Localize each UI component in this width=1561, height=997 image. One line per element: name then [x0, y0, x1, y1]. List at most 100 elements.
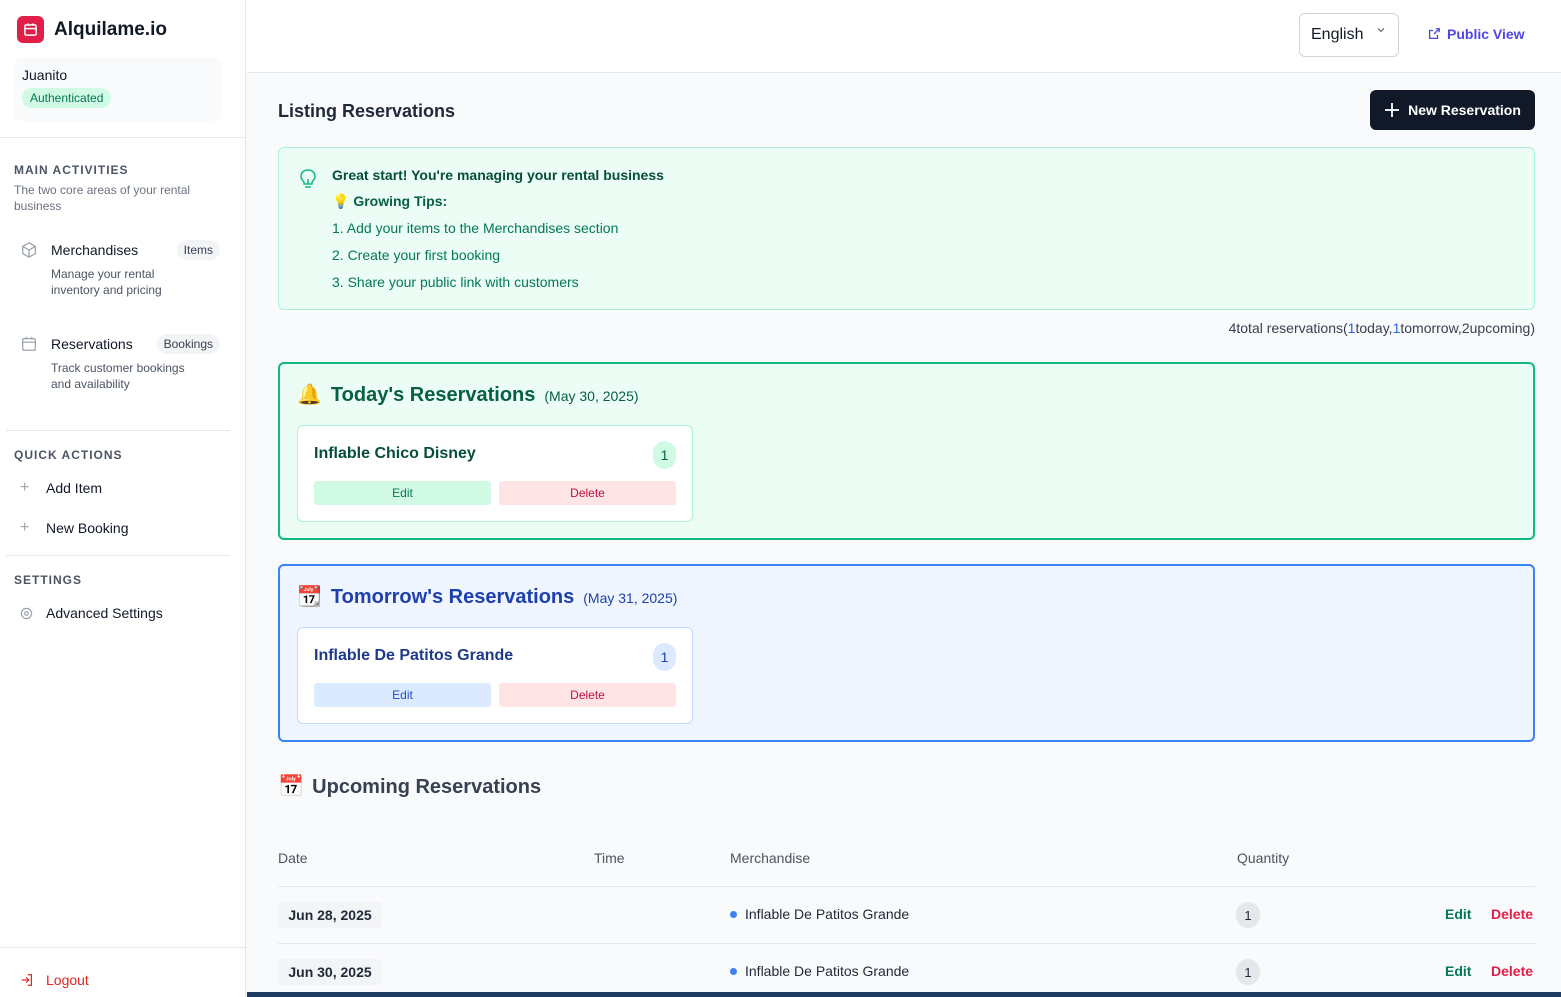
divider	[0, 137, 246, 138]
today-reservations-section: 🔔 Today's Reservations (May 30, 2025) In…	[278, 362, 1535, 540]
tips-subheading: 💡 Growing Tips:	[332, 193, 448, 209]
new-reservation-label: New Reservation	[1408, 102, 1521, 118]
settings-title: SETTINGS	[14, 573, 83, 587]
tips-panel: Great start! You're managing your rental…	[278, 147, 1535, 310]
tips-heading: Great start! You're managing your rental…	[332, 167, 664, 183]
bottom-bar	[247, 992, 1561, 997]
bell-icon: 🔔	[297, 384, 322, 406]
divider	[6, 555, 230, 556]
new-booking-label: New Booking	[46, 520, 129, 536]
column-header-date: Date	[278, 850, 308, 866]
divider	[6, 430, 230, 431]
today-label: today,	[1355, 320, 1393, 336]
edit-link[interactable]: Edit	[1445, 906, 1471, 922]
reservation-card: Inflable Chico Disney 1 Edit Delete	[297, 425, 693, 522]
tomorrow-label: tomorrow,	[1400, 320, 1462, 336]
auth-status-badge: Authenticated	[22, 88, 112, 108]
status-dot	[730, 910, 737, 918]
top-bar: English Public View	[247, 0, 1561, 73]
row-merchandise: Inflable De Patitos Grande	[730, 963, 909, 979]
public-view-label: Public View	[1447, 26, 1525, 42]
tip-step: 1. Add your items to the Merchandises se…	[332, 220, 619, 236]
merchandise-name: Inflable De Patitos Grande	[745, 906, 910, 922]
public-view-link[interactable]: Public View	[1427, 26, 1525, 42]
upcoming-count: 2	[1461, 320, 1470, 336]
row-date: Jun 28, 2025	[278, 902, 382, 928]
reservation-name: Inflable Chico Disney	[314, 445, 476, 462]
column-header-quantity: Quantity	[1237, 850, 1290, 866]
quantity-badge: 1	[653, 441, 676, 469]
main-activities-subtitle: The two core areas of your rental busine…	[14, 183, 191, 213]
sidebar-item-label: Merchandises	[51, 242, 139, 258]
row-quantity: 1	[1236, 959, 1260, 985]
calendar-emoji-icon: 📆	[297, 586, 322, 608]
add-item-button[interactable]: + Add Item	[20, 479, 103, 497]
user-name: Juanito	[22, 67, 68, 83]
tomorrow-reservations-section: 📆 Tomorrow's Reservations (May 31, 2025)…	[278, 564, 1535, 742]
today-header: 🔔 Today's Reservations (May 30, 2025)	[297, 382, 639, 407]
tip-step: 2. Create your first booking	[332, 247, 501, 263]
row-merchandise: Inflable De Patitos Grande	[730, 906, 909, 922]
upcoming-label: upcoming)	[1469, 320, 1535, 336]
app-name: Alquilame.io	[54, 18, 167, 40]
add-item-label: Add Item	[46, 480, 103, 496]
tomorrow-title: Tomorrow's Reservations	[330, 586, 575, 608]
upcoming-header: 📅 Upcoming Reservations	[278, 775, 541, 799]
sidebar-item-merchandises[interactable]: Merchandises Items Manage your rental in…	[20, 240, 220, 298]
cube-icon	[22, 242, 36, 258]
advanced-settings-link[interactable]: Advanced Settings	[20, 605, 163, 621]
reservations-summary: 4total reservations(1today,1tomorrow,2up…	[1229, 320, 1535, 336]
reservation-name: Inflable De Patitos Grande	[314, 647, 514, 664]
new-booking-button[interactable]: + New Booking	[20, 520, 129, 537]
main-activities-title: MAIN ACTIVITIES	[14, 163, 129, 177]
plus-icon: +	[20, 479, 30, 496]
sidebar-item-label: Reservations	[51, 336, 133, 352]
logout-label: Logout	[46, 972, 89, 988]
items-tag: Items	[176, 240, 220, 260]
bookings-tag: Bookings	[156, 334, 220, 354]
external-link-icon	[1428, 28, 1440, 40]
status-dot	[730, 967, 737, 975]
edit-button[interactable]: Edit	[314, 481, 491, 505]
column-header-time: Time	[594, 850, 625, 866]
user-card: Juanito Authenticated	[14, 57, 222, 121]
language-select[interactable]: English	[1299, 13, 1399, 57]
merchandise-name: Inflable De Patitos Grande	[745, 963, 910, 979]
edit-button[interactable]: Edit	[314, 683, 491, 707]
sidebar-item-description: Manage your rental inventory and pricing	[51, 267, 162, 297]
calendar-logo-icon	[17, 16, 44, 43]
new-reservation-button[interactable]: New Reservation	[1370, 90, 1535, 130]
table-divider	[278, 943, 1535, 944]
language-value: English	[1311, 26, 1364, 43]
today-title: Today's Reservations	[330, 384, 536, 406]
gear-icon	[20, 607, 33, 619]
column-header-merchandise: Merchandise	[730, 850, 811, 866]
advanced-settings-label: Advanced Settings	[46, 605, 163, 621]
today-date: (May 30, 2025)	[544, 388, 639, 404]
page-title: Listing Reservations	[278, 101, 456, 121]
quick-actions-title: QUICK ACTIONS	[14, 448, 123, 462]
edit-link[interactable]: Edit	[1445, 963, 1471, 979]
row-date: Jun 30, 2025	[278, 959, 382, 985]
delete-link[interactable]: Delete	[1491, 906, 1533, 922]
brand[interactable]: Alquilame.io	[17, 16, 167, 43]
logout-icon	[21, 974, 32, 986]
delete-button[interactable]: Delete	[499, 683, 676, 707]
calendar-icon	[22, 336, 36, 351]
chevron-down-icon	[1377, 28, 1385, 33]
upcoming-title: Upcoming Reservations	[312, 775, 542, 798]
tomorrow-date: (May 31, 2025)	[583, 590, 678, 606]
divider	[0, 947, 246, 948]
delete-link[interactable]: Delete	[1491, 963, 1533, 979]
total-label: total reservations(	[1236, 320, 1348, 336]
quantity-badge: 1	[653, 643, 676, 671]
lightbulb-icon	[300, 169, 316, 188]
sidebar-item-reservations[interactable]: Reservations Bookings Track customer boo…	[20, 334, 220, 392]
logout-button[interactable]: Logout	[20, 972, 89, 988]
sidebar-item-description: Track customer bookings and availability	[51, 361, 185, 391]
sidebar: Alquilame.io Juanito Authenticated MAIN …	[0, 0, 246, 997]
plus-icon	[1385, 103, 1400, 117]
tomorrow-header: 📆 Tomorrow's Reservations (May 31, 2025)	[297, 584, 677, 609]
row-quantity: 1	[1236, 902, 1260, 928]
delete-button[interactable]: Delete	[499, 481, 676, 505]
